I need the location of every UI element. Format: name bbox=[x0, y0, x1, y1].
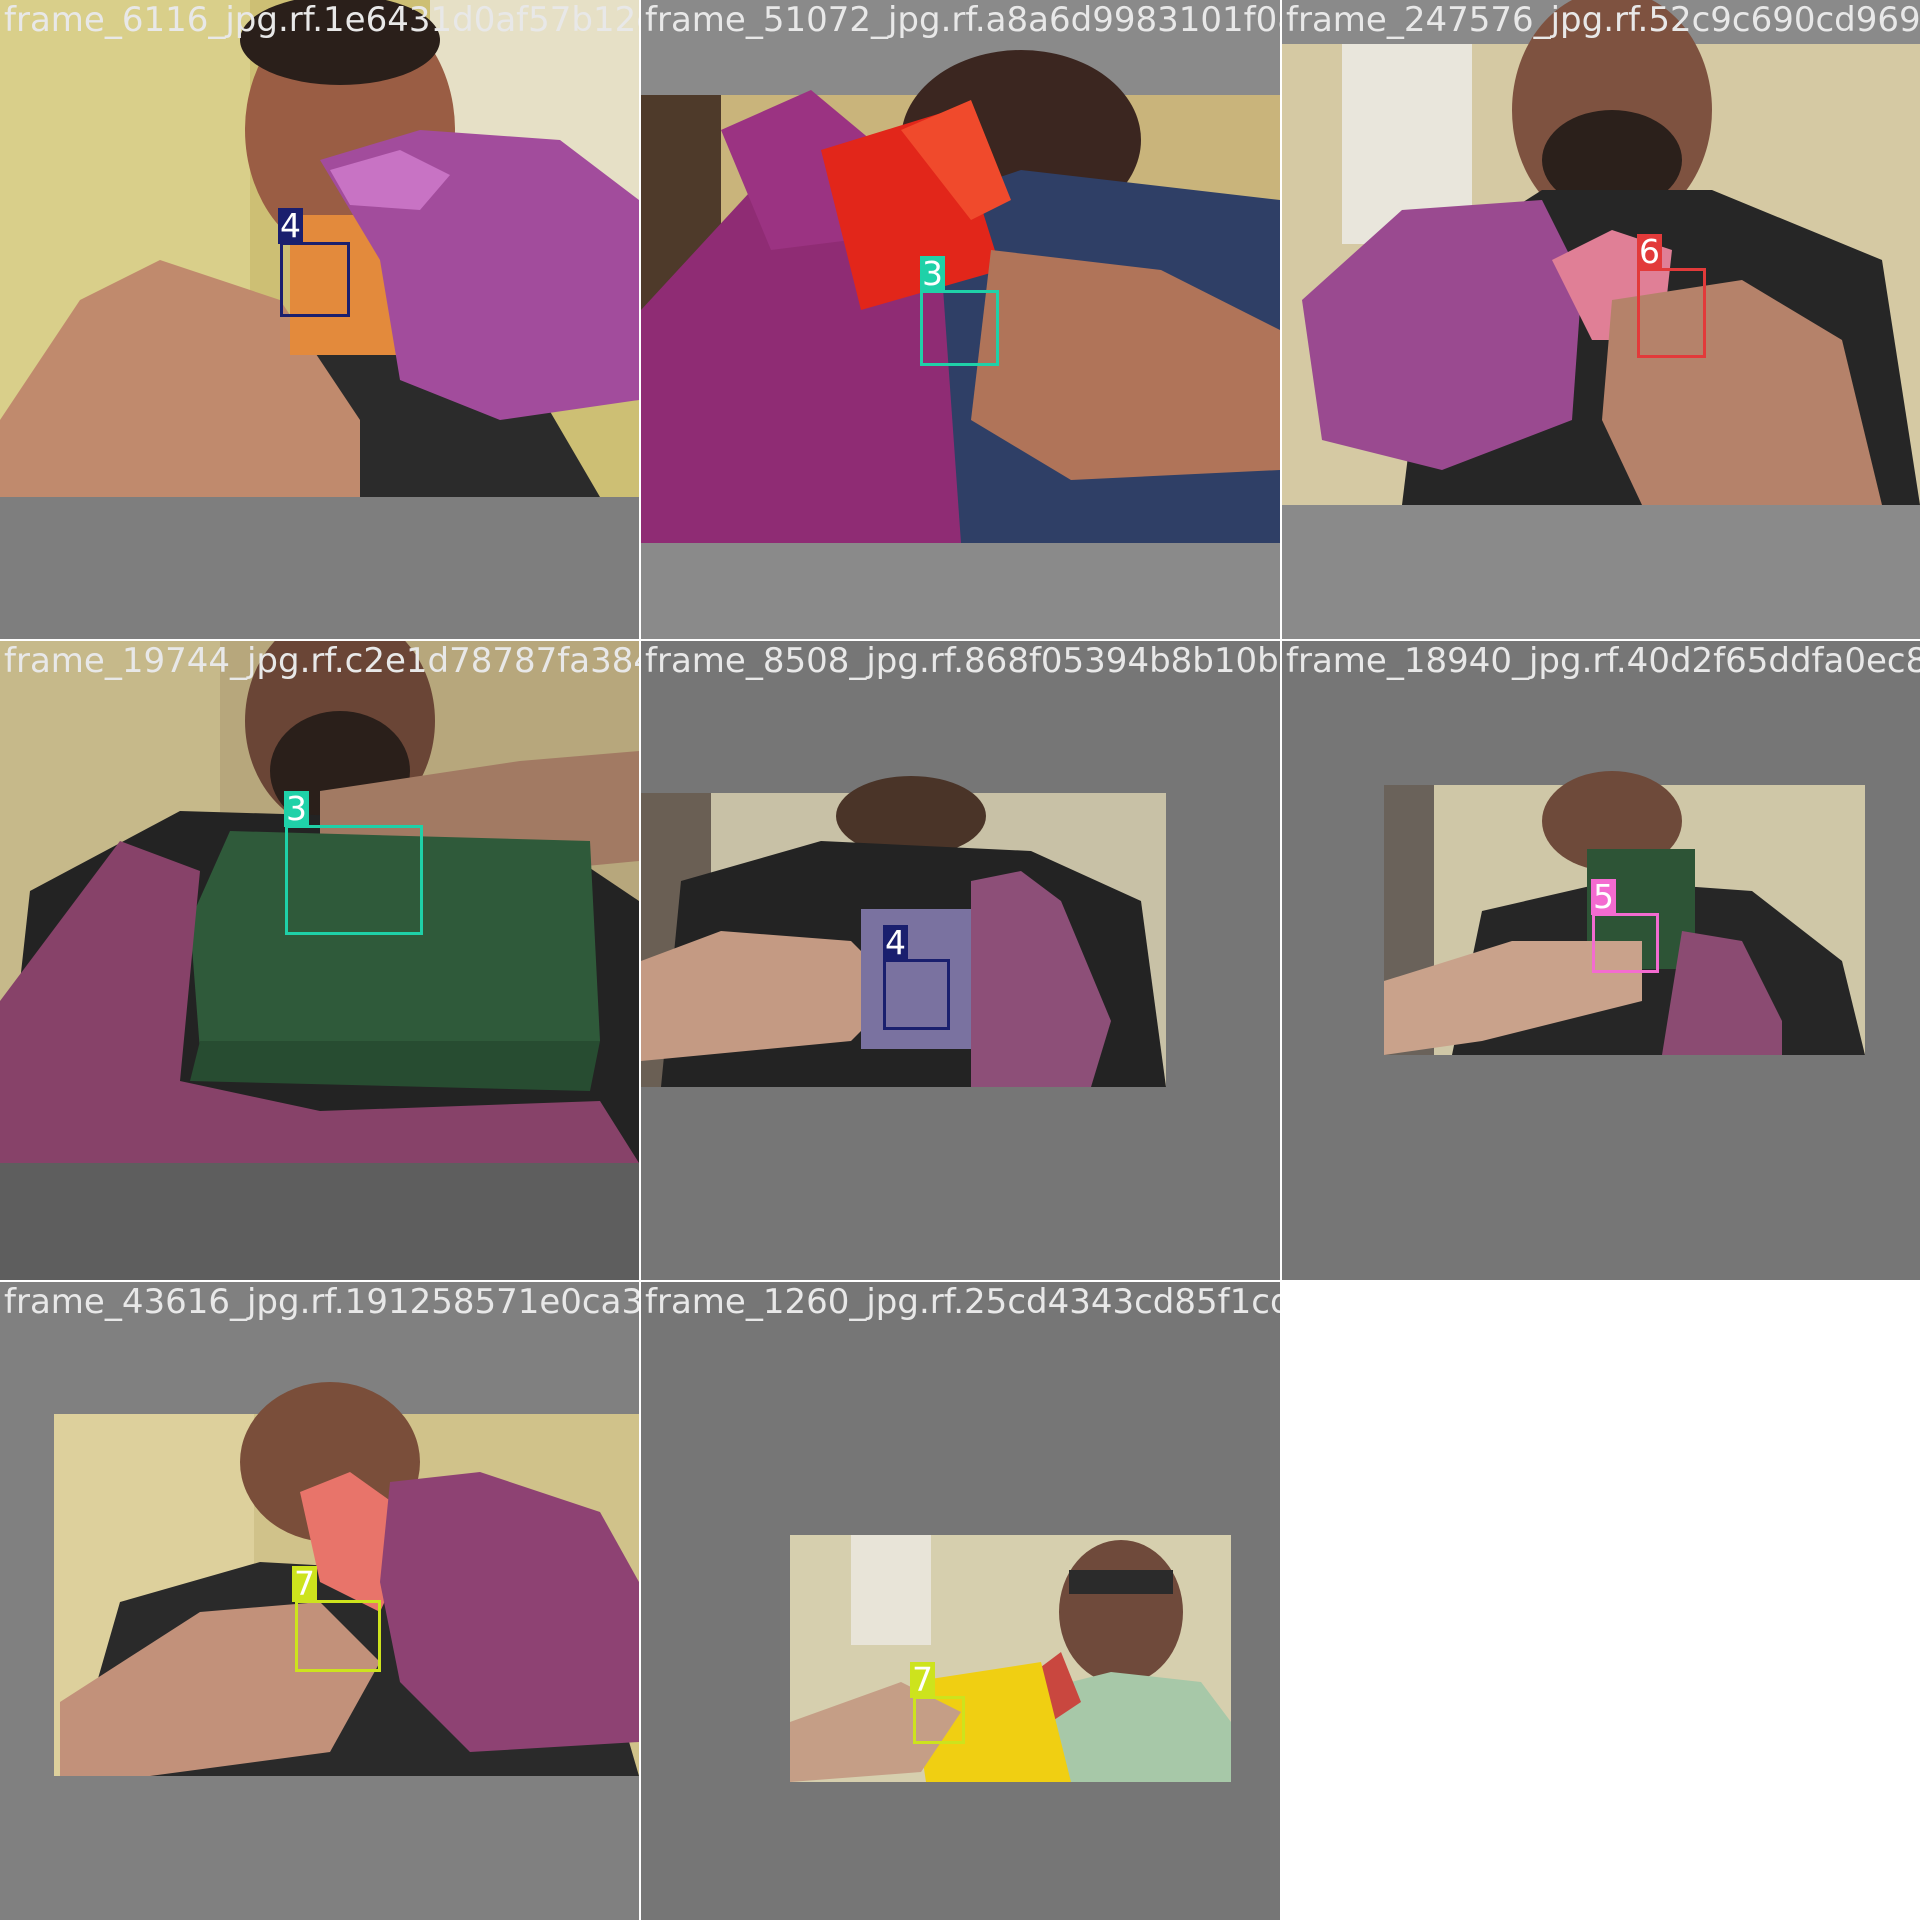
grid-divider-h1 bbox=[0, 639, 1920, 641]
tile-8-photo bbox=[641, 1282, 1280, 1920]
tile-4: frame_19744_jpg.rf.c2e1d78787fa384fe427 … bbox=[0, 641, 639, 1280]
tile-6-class-label: 5 bbox=[1591, 877, 1616, 916]
tile-2-filename: frame_51072_jpg.rf.a8a6d9983101f08bb27 bbox=[645, 0, 1280, 40]
tile-3-filename: frame_247576_jpg.rf.52c9c690cd969e bbox=[1286, 0, 1920, 40]
tile-5-filename: frame_8508_jpg.rf.868f05394b8b10be970e5 bbox=[645, 641, 1280, 681]
tile-1-photo bbox=[0, 0, 639, 639]
tile-5-photo bbox=[641, 641, 1280, 1280]
tile-7: frame_43616_jpg.rf.191258571e0ca30b9f9a … bbox=[0, 1282, 639, 1920]
grid-divider-v1 bbox=[639, 0, 641, 1920]
tile-3-bbox bbox=[1637, 268, 1706, 358]
tile-5-bbox bbox=[883, 959, 950, 1030]
tile-5-class-label: 4 bbox=[883, 923, 908, 962]
tile-2-bbox bbox=[920, 290, 999, 366]
tile-4-filename: frame_19744_jpg.rf.c2e1d78787fa384fe427 bbox=[4, 641, 639, 681]
tile-7-class-label: 7 bbox=[292, 1564, 317, 1603]
tile-3-class-label: 6 bbox=[1637, 232, 1662, 271]
tile-3-photo bbox=[1282, 0, 1920, 639]
tile-5: frame_8508_jpg.rf.868f05394b8b10be970e5 … bbox=[641, 641, 1280, 1280]
tile-8-filename: frame_1260_jpg.rf.25cd4343cd85f1cd748277 bbox=[645, 1282, 1280, 1322]
tile-6-filename: frame_18940_jpg.rf.40d2f65ddfa0ec8 bbox=[1286, 641, 1920, 681]
tile-4-class-label: 3 bbox=[284, 789, 309, 828]
tile-8-class-label: 7 bbox=[910, 1660, 935, 1699]
tile-8: frame_1260_jpg.rf.25cd4343cd85f1cd748277… bbox=[641, 1282, 1280, 1920]
tile-1-bbox bbox=[280, 242, 350, 317]
grid-divider-h2 bbox=[0, 1280, 1280, 1282]
tile-6-bbox bbox=[1592, 913, 1659, 973]
tile-1-filename: frame_6116_jpg.rf.1e6431d0af57b12ef058b5 bbox=[4, 0, 639, 40]
tile-2: frame_51072_jpg.rf.a8a6d9983101f08bb27 3 bbox=[641, 0, 1280, 639]
tile-6: frame_18940_jpg.rf.40d2f65ddfa0ec8 5 bbox=[1282, 641, 1920, 1280]
detection-mosaic: frame_6116_jpg.rf.1e6431d0af57b12ef058b5… bbox=[0, 0, 1920, 1920]
tile-1: frame_6116_jpg.rf.1e6431d0af57b12ef058b5… bbox=[0, 0, 639, 639]
tile-4-photo bbox=[0, 641, 639, 1280]
tile-4-bbox bbox=[285, 825, 423, 935]
tile-3: frame_247576_jpg.rf.52c9c690cd969e 6 bbox=[1282, 0, 1920, 639]
tile-8-bbox bbox=[913, 1696, 965, 1744]
tile-2-class-label: 3 bbox=[920, 254, 945, 293]
tile-7-bbox bbox=[295, 1600, 381, 1672]
tile-7-filename: frame_43616_jpg.rf.191258571e0ca30b9f9a bbox=[4, 1282, 639, 1322]
tile-1-class-label: 4 bbox=[278, 206, 303, 245]
